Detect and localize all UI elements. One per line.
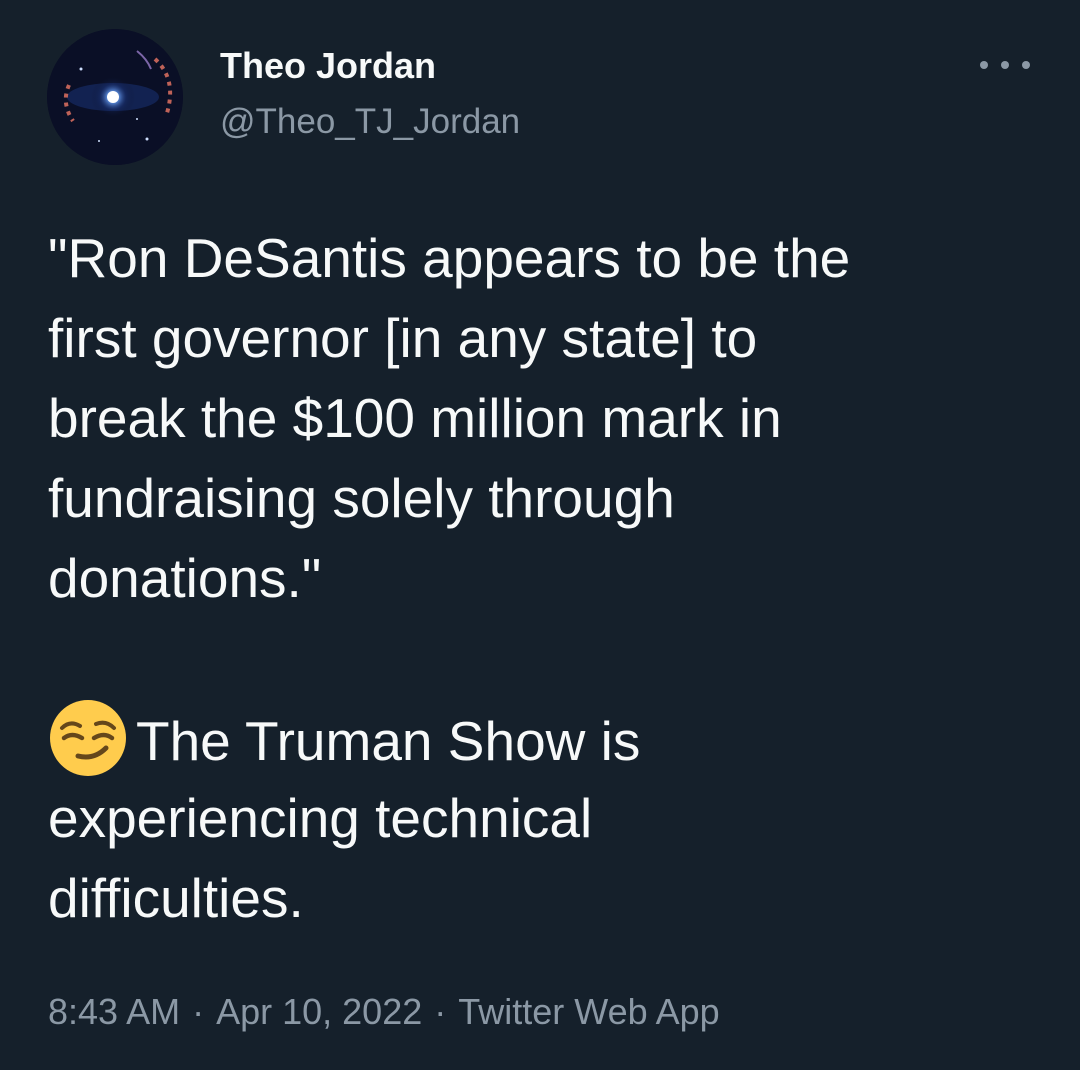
separator: · [434,991,447,1032]
dot [1022,61,1030,69]
more-options-icon[interactable] [980,50,1030,80]
tweet-meta: 8:43 AM · Apr 10, 2022 · Twitter Web App [48,990,720,1034]
author-name[interactable]: Theo Jordan [220,44,436,88]
tweet-line: The Truman Show is [48,698,1048,778]
tweet-date[interactable]: Apr 10, 2022 [216,991,422,1032]
dot [980,61,988,69]
tweet-line: experiencing technical [48,787,593,849]
author-handle[interactable]: @Theo_TJ_Jordan [220,100,520,144]
tweet-line: fundraising solely through [48,467,675,529]
tweet-line: "Ron DeSantis appears to be the [48,227,851,289]
dot [1001,61,1009,69]
tweet-source[interactable]: Twitter Web App [458,991,719,1032]
tweet-line-text: The Truman Show is [136,710,641,772]
avatar[interactable] [47,29,183,165]
tweet-line: first governor [in any state] to [48,307,758,369]
tweet-line: difficulties. [48,867,304,929]
galaxy-image-icon [47,29,183,165]
tweet-text: "Ron DeSantis appears to be the first go… [48,218,1048,938]
tweet: Theo Jordan @Theo_TJ_Jordan "Ron DeSanti… [0,0,1080,1070]
smirking-face-icon [48,698,128,778]
separator: · [192,991,205,1032]
tweet-line: donations." [48,547,322,609]
tweet-line: break the $100 million mark in [48,387,782,449]
tweet-time[interactable]: 8:43 AM [48,991,180,1032]
